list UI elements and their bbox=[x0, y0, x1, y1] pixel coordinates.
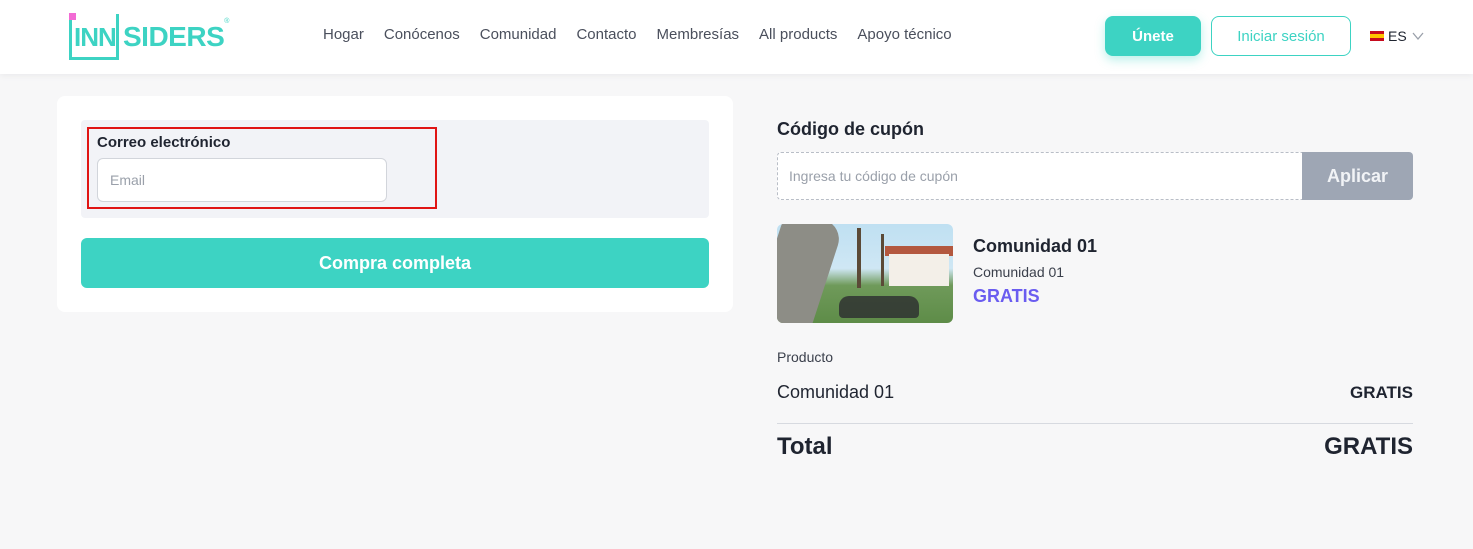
nav-link-hogar[interactable]: Hogar bbox=[323, 26, 364, 43]
product-price: GRATIS bbox=[973, 286, 1040, 306]
logo-text: SIDERS bbox=[123, 21, 225, 52]
brand-logo[interactable]: INN SIDERS ® bbox=[69, 12, 229, 62]
nav-link-comunidad[interactable]: Comunidad bbox=[480, 26, 557, 43]
complete-purchase-button[interactable]: Compra completa bbox=[81, 238, 709, 288]
main-nav: Hogar Conócenos Comunidad Contacto Membr… bbox=[323, 26, 952, 43]
language-code: ES bbox=[1388, 28, 1407, 44]
chevron-down-icon bbox=[1412, 32, 1424, 41]
summary-item-name: Comunidad 01 bbox=[777, 382, 895, 402]
summary-item-price: GRATIS bbox=[1350, 383, 1413, 402]
join-button[interactable]: Únete bbox=[1105, 16, 1201, 56]
logo-prefix: INN bbox=[74, 22, 117, 52]
coupon-label: Código de cupón bbox=[777, 119, 924, 139]
nav-link-membresias[interactable]: Membresías bbox=[657, 26, 740, 43]
email-form-section: Correo electrónico bbox=[81, 120, 709, 218]
total-label: Total bbox=[777, 433, 833, 460]
product-subtitle: Comunidad 01 bbox=[973, 264, 1065, 280]
total-value: GRATIS bbox=[1324, 433, 1413, 460]
email-label: Correo electrónico bbox=[97, 134, 231, 151]
language-selector[interactable]: ES bbox=[1370, 28, 1425, 44]
site-header: INN SIDERS ® Hogar Conócenos Comunidad C… bbox=[0, 0, 1473, 74]
checkout-card: Correo electrónico Compra completa bbox=[57, 96, 733, 312]
spain-flag-icon bbox=[1370, 31, 1384, 41]
login-button[interactable]: Iniciar sesión bbox=[1211, 16, 1351, 56]
summary-header: Producto bbox=[777, 349, 834, 365]
email-input[interactable] bbox=[97, 158, 387, 202]
nav-link-apoyo-tecnico[interactable]: Apoyo técnico bbox=[857, 26, 951, 43]
summary-divider bbox=[777, 423, 1413, 424]
logo-dot bbox=[69, 13, 76, 20]
apply-coupon-button[interactable]: Aplicar bbox=[1302, 152, 1413, 200]
nav-link-contacto[interactable]: Contacto bbox=[576, 26, 636, 43]
coupon-input[interactable] bbox=[777, 152, 1303, 200]
nav-link-all-products[interactable]: All products bbox=[759, 26, 837, 43]
logo-mark: INN bbox=[69, 13, 119, 60]
product-title: Comunidad 01 bbox=[973, 236, 1098, 256]
nav-link-conocenos[interactable]: Conócenos bbox=[384, 26, 460, 43]
product-thumbnail bbox=[777, 224, 953, 323]
logo-registered: ® bbox=[224, 18, 230, 25]
